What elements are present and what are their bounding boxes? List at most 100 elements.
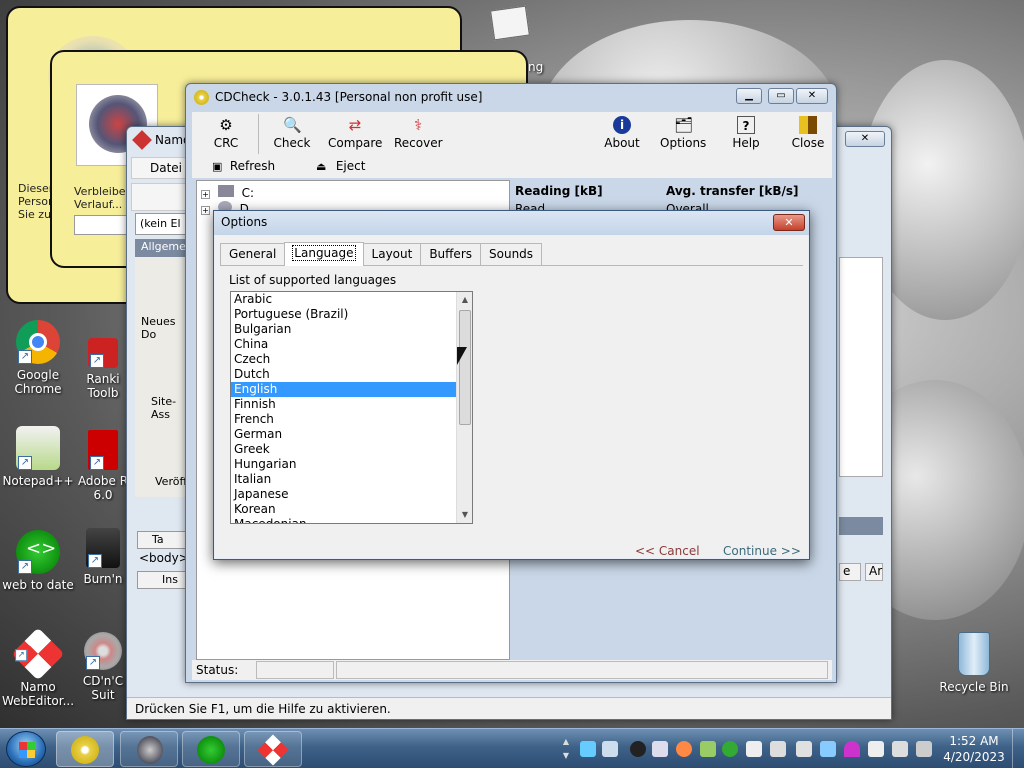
options-button[interactable]: 🗂 Options	[660, 114, 706, 158]
start-button[interactable]	[6, 731, 46, 767]
cdcheck-title: CDCheck - 3.0.1.43 [Personal non profit …	[215, 90, 483, 104]
check-button[interactable]: 🔍 Check	[272, 114, 312, 158]
namo-right-panel	[839, 257, 883, 477]
languages-scrollbar[interactable]: ▲ ▼	[456, 292, 472, 523]
language-item[interactable]: Bulgarian	[231, 322, 472, 337]
language-item[interactable]: China	[231, 337, 472, 352]
desktop-icon-chrome[interactable]: ↗ Google Chrome	[2, 320, 74, 396]
namo-close-button[interactable]: ✕	[845, 131, 885, 147]
desktop-icon-adobe[interactable]: ↗ Adobe R 6.0	[74, 430, 132, 502]
note-field[interactable]	[74, 215, 134, 235]
language-item[interactable]: Dutch	[231, 367, 472, 382]
clock[interactable]: 1:52 AM 4/20/2023	[940, 733, 1008, 765]
mail-icon[interactable]	[486, 5, 530, 50]
task-namo[interactable]	[244, 731, 302, 767]
close-app-button[interactable]: Close	[790, 114, 826, 158]
tray-network-icon[interactable]	[892, 741, 908, 757]
toolbar-separator	[258, 114, 259, 154]
minimize-button[interactable]: ▁	[736, 88, 762, 104]
check-icon: 🔍	[283, 116, 302, 134]
tray-umbrella-icon[interactable]	[844, 741, 860, 757]
drive-toolbar	[192, 156, 832, 178]
tray-app-icon[interactable]	[602, 741, 618, 757]
crc-icon: ⚙	[219, 116, 233, 134]
options-close-button[interactable]: ✕	[773, 214, 805, 231]
desktop-icon-burnin[interactable]: ↗ Burn'n	[74, 528, 132, 586]
tray-app-icon[interactable]	[820, 741, 836, 757]
expand-icon[interactable]: +	[201, 190, 210, 199]
drive-icon	[217, 185, 234, 197]
scroll-down-arrow[interactable]: ▼	[457, 507, 472, 523]
desktop-icon-recycle-bin[interactable]: Recycle Bin	[938, 632, 1010, 694]
namo-body-tag[interactable]: <body>	[139, 551, 189, 565]
language-item[interactable]: Korean	[231, 502, 472, 517]
tray-app-icon[interactable]	[700, 741, 716, 757]
tray-flag-icon[interactable]	[868, 741, 884, 757]
language-item[interactable]: Japanese	[231, 487, 472, 502]
compare-button[interactable]: ⇄ Compare	[328, 114, 382, 158]
language-item[interactable]: Macedonian	[231, 517, 472, 523]
desktop-icon-webtodate[interactable]: <> ↗ web to date	[2, 530, 74, 592]
desktop-icon-namo[interactable]: ↗ Namo WebEditor...	[2, 627, 74, 708]
options-dialog[interactable]: Options ✕ General Language Layout Buffer…	[213, 210, 810, 560]
eject-button[interactable]: ⏏ Eject	[316, 159, 365, 173]
expand-icon[interactable]: +	[201, 206, 210, 215]
language-item[interactable]: French	[231, 412, 472, 427]
options-tabs: General Language Layout Buffers Sounds	[220, 242, 543, 266]
clock-date: 4/20/2023	[943, 750, 1005, 764]
about-button[interactable]: i About	[602, 114, 642, 158]
task-explorer[interactable]	[120, 731, 178, 767]
tab-buffers[interactable]: Buffers	[420, 243, 482, 265]
language-item[interactable]: Finnish	[231, 397, 472, 412]
tray-search-icon[interactable]	[676, 741, 692, 757]
languages-listbox[interactable]: Arabic Portuguese (Brazil) Bulgarian China C…	[230, 291, 473, 524]
tray-app-icon[interactable]	[580, 741, 596, 757]
language-item[interactable]: Hungarian	[231, 457, 472, 472]
cd-icon: ↗	[84, 632, 122, 670]
language-item[interactable]: Czech	[231, 352, 472, 367]
tray-app-icon[interactable]	[746, 741, 762, 757]
tray-app-icon[interactable]	[770, 741, 786, 757]
language-item[interactable]: English	[231, 382, 472, 397]
show-desktop-button[interactable]	[1012, 729, 1024, 768]
namo-combo[interactable]: (kein El	[135, 213, 191, 235]
desktop-icon-cdncheck[interactable]: ↗ CD'n'C Suit	[74, 632, 132, 702]
close-button[interactable]: ✕	[796, 88, 828, 104]
scroll-up-arrow[interactable]: ▲	[457, 292, 472, 308]
recover-button[interactable]: ⚕ Recover	[394, 114, 443, 158]
avg-transfer-column-header: Avg. transfer [kB/s]	[666, 184, 799, 198]
tray-app-icon[interactable]	[652, 741, 668, 757]
desktop-icon-notepadpp[interactable]: ↗ Notepad++	[2, 426, 74, 488]
tray-app-icon[interactable]	[796, 741, 812, 757]
sidebar-item-new[interactable]: Neues Do	[141, 315, 191, 341]
namo-sidebar: Neues Do Site-Ass Veröffen	[135, 257, 201, 497]
language-item[interactable]: Arabic	[231, 292, 472, 307]
tree-item-c[interactable]: + C:	[201, 185, 254, 200]
continue-button[interactable]: Continue >>	[723, 544, 801, 558]
tray-volume-muted-icon[interactable]	[916, 741, 932, 757]
tab-language[interactable]: Language	[284, 242, 364, 266]
desktop-icon-ranki[interactable]: ↗ Ranki Toolb	[74, 338, 132, 400]
language-item[interactable]: German	[231, 427, 472, 442]
options-titlebar[interactable]: Options	[214, 211, 809, 235]
task-webtodate[interactable]	[182, 731, 240, 767]
cdcheck-app-icon	[194, 89, 209, 105]
refresh-button[interactable]: ▣ Refresh	[212, 159, 275, 173]
file-menu[interactable]: Datei	[150, 161, 182, 175]
tray-scroll-arrows[interactable]: ▲ ▼	[560, 735, 572, 763]
task-cdcheck[interactable]	[56, 731, 114, 767]
tray-app-icon[interactable]	[722, 741, 738, 757]
tab-layout[interactable]: Layout	[362, 243, 422, 265]
chrome-icon: ↗	[16, 320, 60, 364]
tab-general[interactable]: General	[220, 243, 286, 265]
tab-sounds[interactable]: Sounds	[480, 243, 543, 265]
scroll-thumb[interactable]	[459, 310, 471, 425]
language-item[interactable]: Greek	[231, 442, 472, 457]
crc-button[interactable]: ⚙ CRC	[206, 114, 246, 158]
language-item[interactable]: Portuguese (Brazil)	[231, 307, 472, 322]
tray-app-icon[interactable]	[630, 741, 646, 757]
maximize-button[interactable]: ▭	[768, 88, 794, 104]
cancel-button[interactable]: << Cancel	[635, 544, 700, 558]
help-button[interactable]: ? Help	[730, 114, 762, 158]
language-item[interactable]: Italian	[231, 472, 472, 487]
